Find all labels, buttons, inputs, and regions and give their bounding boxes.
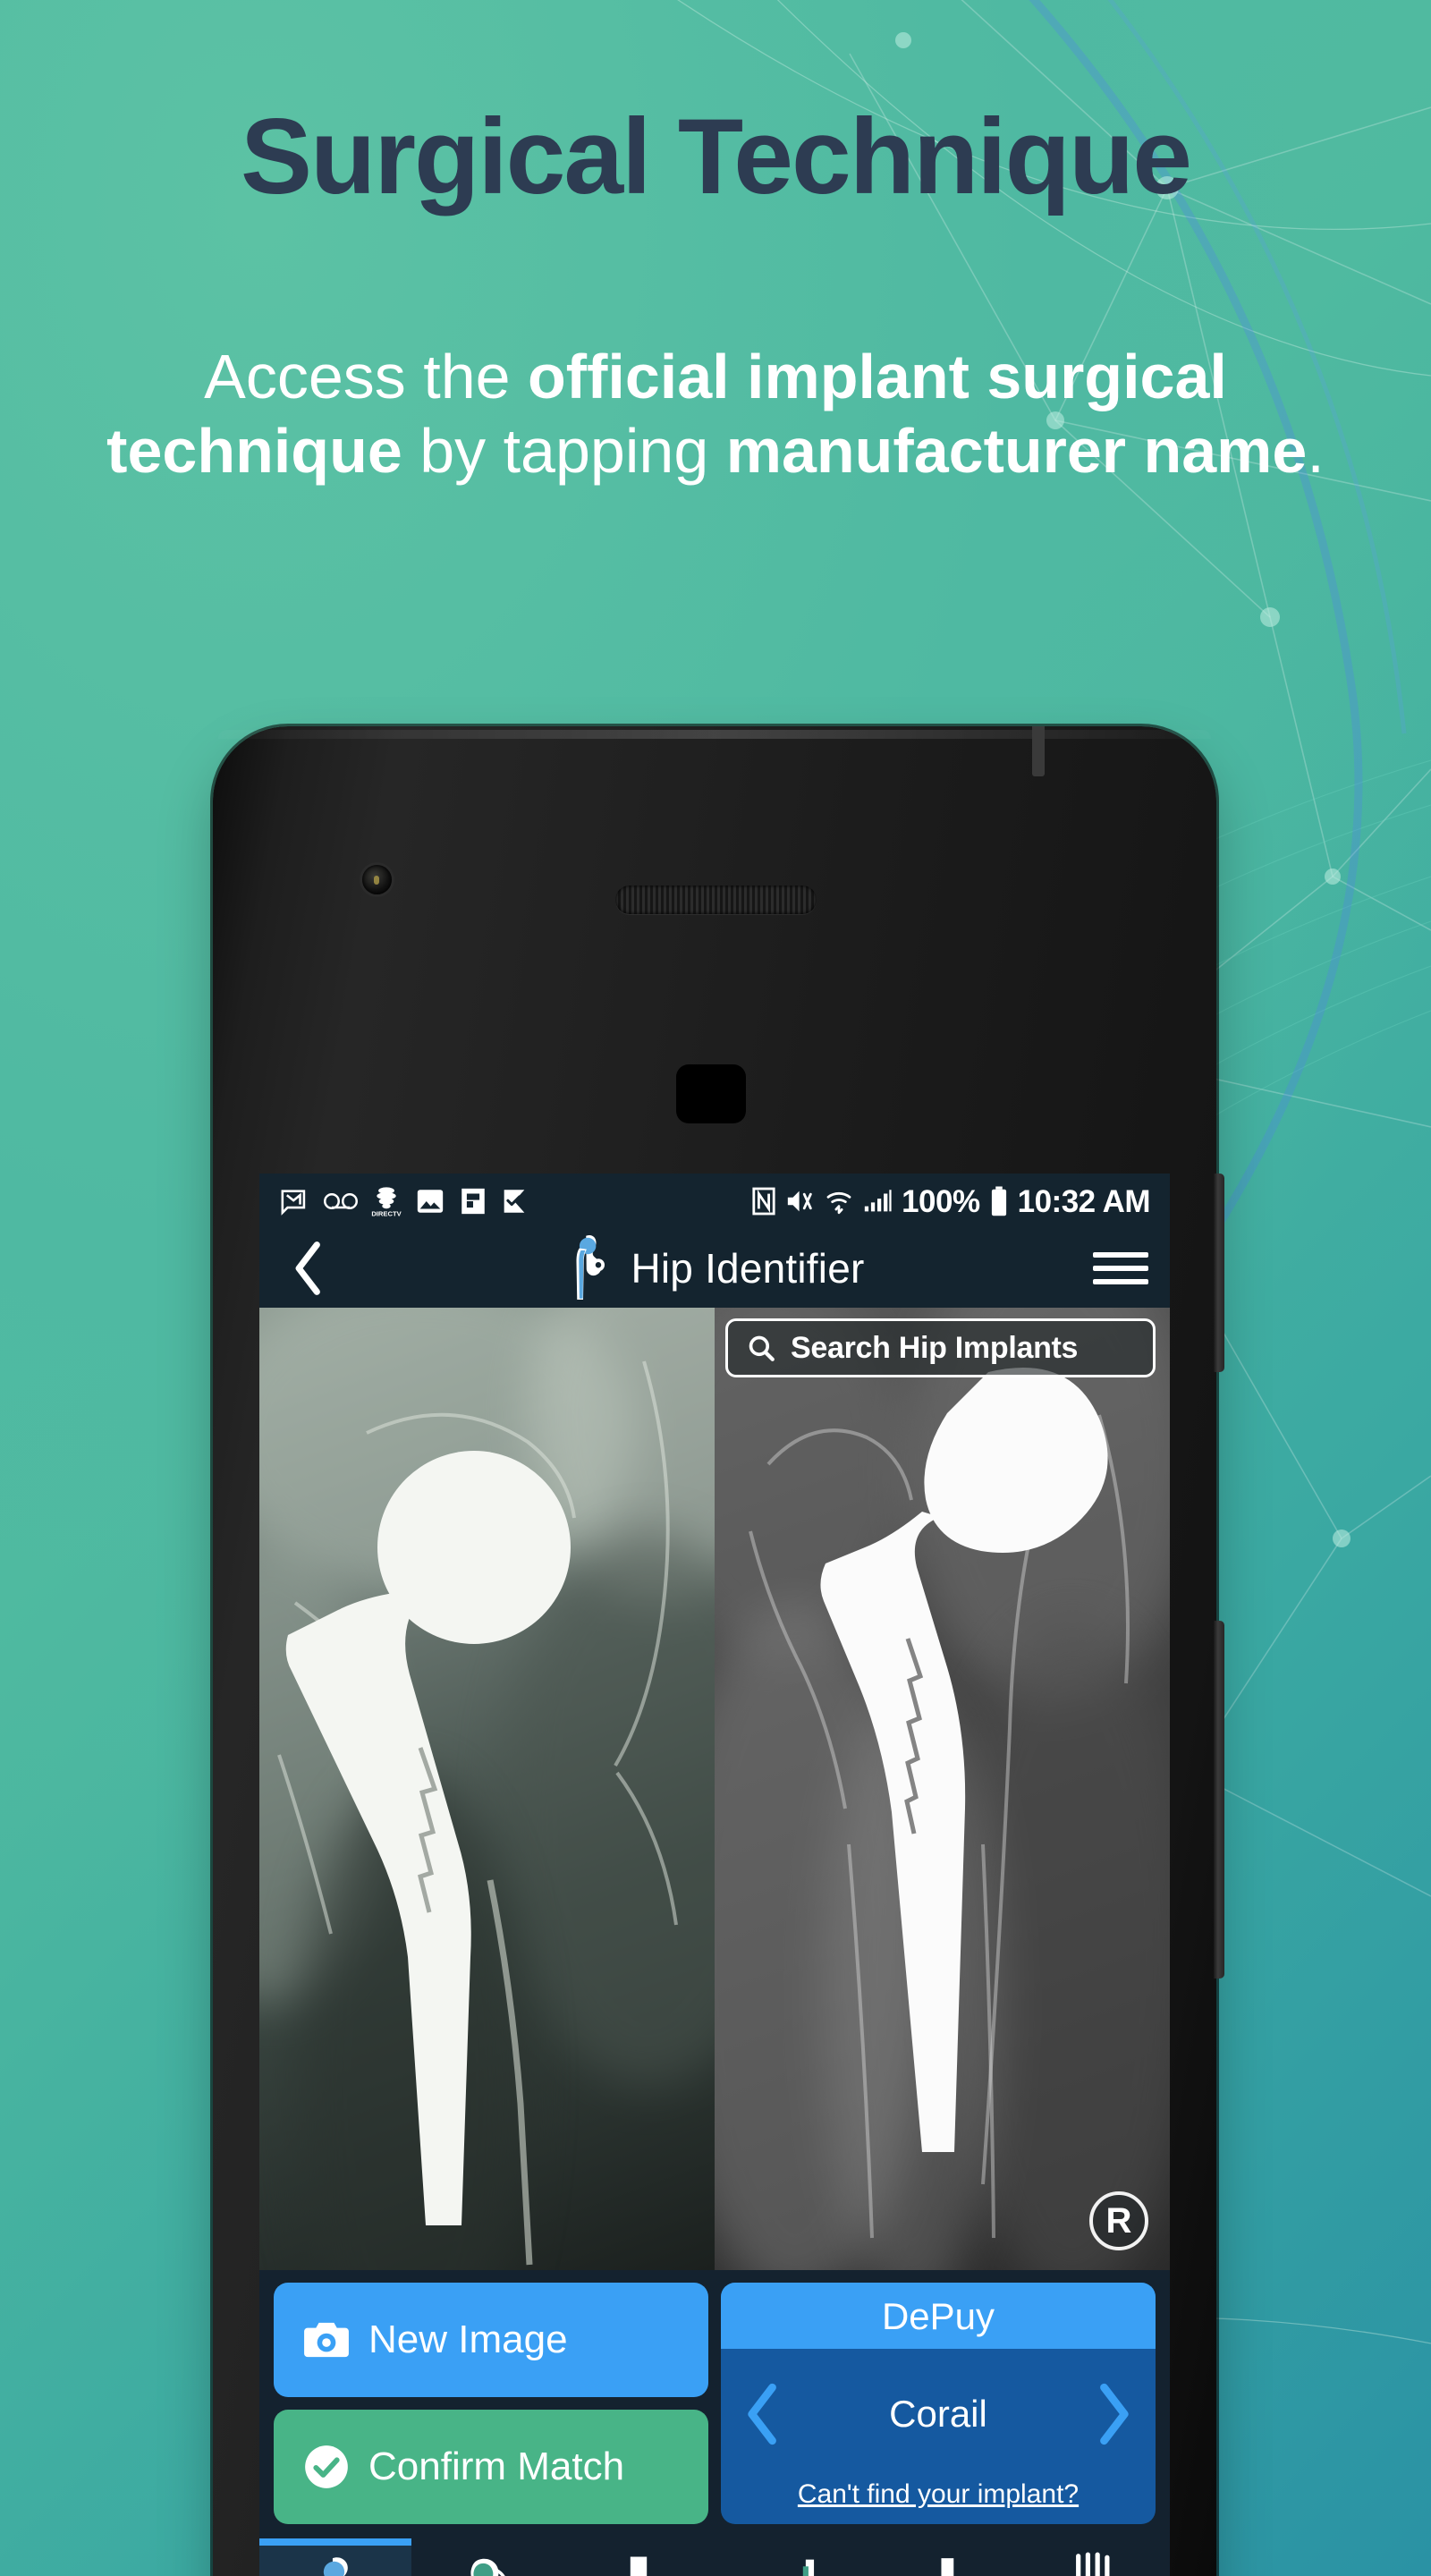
gmail-icon: [281, 1190, 306, 1216]
hip-implant-logo-icon: [576, 1234, 605, 1300]
back-chevron-icon[interactable]: [281, 1241, 336, 1296]
xray-comparison-area: Search Hip Implants R: [259, 1308, 1170, 2270]
back-chevron-glyph: [295, 1241, 320, 1295]
camera-icon: [304, 2322, 349, 2358]
front-camera-icon: [362, 865, 392, 894]
side-indicator-badge: R: [1089, 2191, 1148, 2250]
reference-implant-outline: [749, 1367, 1130, 2239]
hamburger-menu-icon[interactable]: [1093, 1252, 1148, 1284]
model-label: Corail: [889, 2393, 987, 2435]
action-panel: New Image Confirm Match DePuy Corail Can…: [259, 2270, 1170, 2538]
antenna-band: [1032, 726, 1045, 776]
phone-bezel-highlight: [218, 730, 1211, 739]
cell-signal-icon: [864, 1190, 892, 1212]
ankle-joint-icon: [911, 2555, 974, 2576]
patient-xray-image[interactable]: [259, 1308, 715, 2270]
chevron-right-icon[interactable]: [1093, 2383, 1134, 2445]
new-image-label: New Image: [368, 2318, 568, 2361]
tab-hip[interactable]: HIP: [259, 2538, 411, 2576]
implant-selector-panel: DePuy Corail Can't find your implant?: [721, 2283, 1156, 2524]
patient-implant-outline: [277, 1360, 678, 2266]
cant-find-implant-link[interactable]: Can't find your implant?: [721, 2479, 1156, 2524]
gallery-icon: [417, 1190, 444, 1213]
directv-icon: DIRECTV: [371, 1187, 402, 1218]
status-bar: DIRECTV 100% 10:32 AM: [259, 1174, 1170, 1229]
tab-elbow[interactable]: ELBOW: [715, 2538, 867, 2576]
volume-button[interactable]: [1214, 1621, 1224, 1979]
new-image-button[interactable]: New Image: [274, 2283, 708, 2397]
manufacturer-button[interactable]: DePuy: [721, 2283, 1156, 2349]
clock-label: 10:32 AM: [1017, 1183, 1151, 1219]
chevron-left-icon[interactable]: [742, 2383, 783, 2445]
search-icon: [749, 1335, 775, 1361]
wifi-icon: [826, 1192, 851, 1215]
voicemail-icon: [324, 1193, 358, 1209]
app-bar: Hip Identifier: [259, 1229, 1170, 1308]
phone-screen: DIRECTV 100% 10:32 AM Hip Identifier Sea…: [259, 1174, 1170, 2576]
power-button[interactable]: [1214, 1174, 1224, 1372]
earpiece-speaker: [615, 886, 817, 914]
page-title: Surgical Technique: [241, 97, 1192, 216]
tab-knee[interactable]: KNEE: [563, 2538, 715, 2576]
flipboard-icon: [461, 1188, 485, 1215]
elbow-joint-icon: [759, 2555, 822, 2576]
knee-joint-icon: [607, 2555, 670, 2576]
reference-xray-image[interactable]: [715, 1308, 1170, 2270]
tab-shoulder[interactable]: SHOULDER: [411, 2538, 563, 2576]
checkmark-flag-icon: [504, 1190, 525, 1213]
volume-mute-icon: [787, 1191, 812, 1212]
battery-percent-label: 100%: [902, 1183, 980, 1219]
shoulder-joint-icon: [456, 2555, 519, 2576]
proximity-sensor: [676, 1064, 746, 1123]
promo-subtitle: Access the official implant surgical tec…: [106, 342, 1325, 486]
search-placeholder-label: Search Hip Implants: [791, 1330, 1079, 1365]
hip-joint-icon: [304, 2555, 367, 2576]
confirm-match-button[interactable]: Confirm Match: [274, 2410, 708, 2524]
phone-mockup: DIRECTV 100% 10:32 AM Hip Identifier Sea…: [213, 726, 1224, 2576]
nfc-icon: [752, 1187, 775, 1216]
check-circle-icon: [305, 2445, 348, 2488]
page-title-label: Hip Identifier: [631, 1245, 865, 1292]
confirm-match-label: Confirm Match: [368, 2445, 625, 2488]
bottom-tab-bar: HIP SHOULDER: [259, 2538, 1170, 2576]
wrist-joint-icon: [1063, 2552, 1125, 2576]
directv-label: DIRECTV: [371, 1210, 402, 1218]
model-selector-row: Corail: [721, 2349, 1156, 2479]
tab-wrist[interactable]: WRIST: [1018, 2538, 1170, 2576]
search-input[interactable]: Search Hip Implants: [725, 1318, 1156, 1377]
tab-ankle[interactable]: ANKLE: [867, 2538, 1019, 2576]
battery-full-icon: [991, 1186, 1006, 1216]
